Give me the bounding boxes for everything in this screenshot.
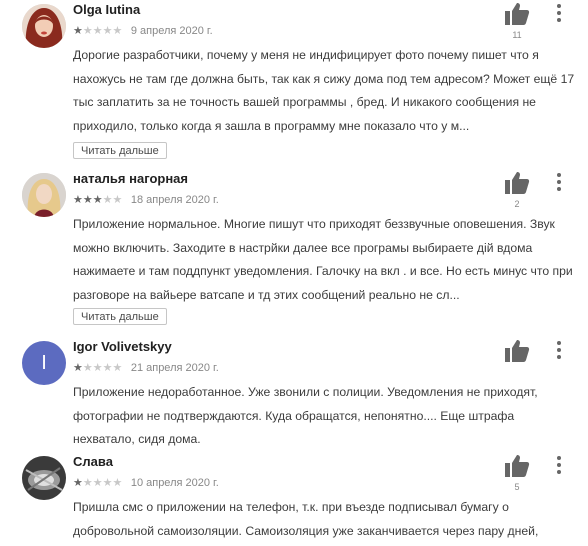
review-author: Igor Volivetskyy	[73, 339, 172, 354]
review-meta: ★★★★★ 9 апреля 2020 г.	[73, 22, 213, 38]
star-filled-icon: ★	[82, 194, 93, 207]
read-more-button[interactable]: Читать дальше	[73, 308, 167, 325]
star-empty-icon: ★	[112, 477, 123, 490]
thumbs-up-icon[interactable]	[504, 2, 530, 26]
avatar[interactable]	[22, 4, 66, 48]
star-empty-icon: ★	[112, 362, 123, 375]
star-filled-icon: ★	[92, 194, 103, 207]
avatar[interactable]	[22, 456, 66, 500]
review-date: 9 апреля 2020 г.	[130, 24, 213, 37]
rating-stars: ★★★★★	[73, 193, 122, 206]
avatar[interactable]	[22, 173, 66, 217]
rating-stars: ★★★★★	[73, 361, 122, 374]
thumbs-up-icon[interactable]	[504, 339, 530, 363]
review-date: 18 апреля 2020 г.	[130, 193, 219, 206]
review-meta: ★★★★★ 21 апреля 2020 г.	[73, 359, 219, 375]
helpful-count: 11	[512, 30, 522, 40]
review-date: 10 апреля 2020 г.	[130, 476, 219, 489]
avatar[interactable]: I	[22, 341, 66, 385]
star-empty-icon: ★	[92, 25, 103, 38]
review-author: Olga Iutina	[73, 2, 141, 17]
thumbs-up-icon[interactable]	[504, 171, 530, 195]
review-meta: ★★★★★ 10 апреля 2020 г.	[73, 474, 219, 490]
helpful-count: 5	[514, 482, 520, 492]
star-empty-icon: ★	[102, 25, 113, 38]
review-text: Приложение недоработанное. Уже звонили с…	[73, 385, 538, 446]
rating-stars: ★★★★★	[73, 24, 122, 37]
more-options-icon[interactable]	[552, 4, 566, 26]
read-more-button[interactable]: Читать дальше	[73, 142, 167, 159]
star-empty-icon: ★	[92, 362, 103, 375]
more-options-icon[interactable]	[552, 341, 566, 363]
star-empty-icon: ★	[102, 194, 113, 207]
more-options-icon[interactable]	[552, 173, 566, 195]
star-filled-icon: ★	[73, 25, 83, 38]
review-text: Пришла смс о приложении на телефон, т.к.…	[73, 500, 539, 538]
star-empty-icon: ★	[102, 477, 113, 490]
star-empty-icon: ★	[112, 194, 123, 207]
star-empty-icon: ★	[102, 362, 113, 375]
review-author: наталья нагорная	[73, 171, 189, 186]
star-filled-icon: ★	[73, 477, 83, 490]
review-author: Слава	[73, 454, 113, 469]
review-meta: ★★★★★ 18 апреля 2020 г.	[73, 191, 219, 207]
thumbs-up-icon[interactable]	[504, 454, 530, 478]
star-empty-icon: ★	[82, 477, 93, 490]
star-empty-icon: ★	[82, 362, 93, 375]
star-filled-icon: ★	[73, 362, 83, 375]
star-empty-icon: ★	[112, 25, 123, 38]
review-text: Дорогие разработчики, почему у меня не и…	[73, 48, 575, 133]
review-date: 21 апреля 2020 г.	[130, 361, 219, 374]
review-text: Приложение нормальное. Многие пишут что …	[73, 217, 573, 302]
star-empty-icon: ★	[82, 25, 93, 38]
helpful-count: 2	[514, 199, 520, 209]
rating-stars: ★★★★★	[73, 476, 122, 489]
star-filled-icon: ★	[73, 194, 83, 207]
star-empty-icon: ★	[92, 477, 103, 490]
more-options-icon[interactable]	[552, 456, 566, 478]
